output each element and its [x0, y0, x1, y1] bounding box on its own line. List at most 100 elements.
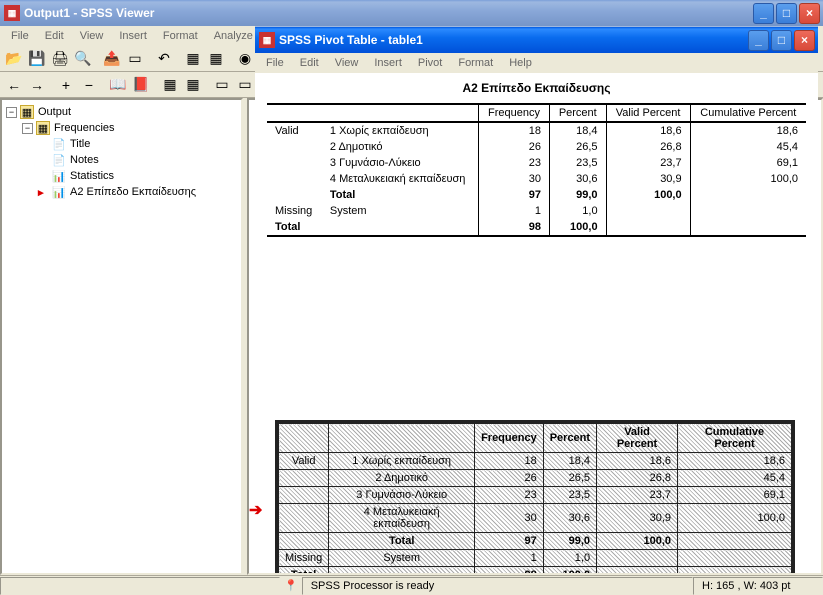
tree-a2-table[interactable]: ▸ 📊 A2 Επίπεδο Εκπαίδευσης	[4, 184, 239, 200]
collapse-icon[interactable]: −	[6, 107, 17, 118]
menu-view[interactable]: View	[73, 28, 111, 44]
tree-label: Title	[70, 138, 90, 150]
freq-cell: 18	[478, 122, 549, 139]
col-valid-percent: Valid Percent	[606, 104, 690, 122]
expand-icon[interactable]: 📖	[107, 74, 129, 96]
freq-cell: 98	[478, 219, 549, 236]
col-percent: Percent	[550, 104, 607, 122]
open-icon[interactable]: 📂	[3, 48, 25, 70]
outline-tree-panel[interactable]: − ▦ Output − ▦ Frequencies 📄 Title 📄	[0, 98, 243, 575]
freq-cell: 30	[478, 171, 549, 187]
category-cell: 2 Δημοτικό	[322, 139, 479, 155]
table-icon: 📊	[52, 185, 66, 199]
vpct-cell: 26,8	[606, 139, 690, 155]
vpct-cell: 23,7	[606, 155, 690, 171]
pivot-title: SPSS Pivot Table - table1	[279, 33, 746, 47]
tree-output[interactable]: − ▦ Output	[4, 104, 239, 120]
pivot-menu-help[interactable]: Help	[502, 55, 539, 71]
table-row[interactable]: 4 Μεταλυκειακή εκπαίδευση 30 30,6 30,9 1…	[267, 171, 806, 187]
pivot-menu-format[interactable]: Format	[451, 55, 500, 71]
valid-total-row[interactable]: Total 97 99,0 100,0	[267, 187, 806, 203]
pivot-titlebar[interactable]: ▦ SPSS Pivot Table - table1 _ □ ×	[255, 27, 818, 53]
show-icon[interactable]: ▦	[159, 74, 181, 96]
missing-row[interactable]: Missing System 1 1,0	[267, 203, 806, 219]
pct-cell: 1,0	[550, 203, 607, 219]
system-label: System	[322, 203, 479, 219]
export-icon[interactable]: 📤	[101, 48, 123, 70]
print-icon[interactable]: 🖨	[49, 48, 71, 70]
table-row[interactable]: 3 Γυμνάσιο-Λύκειο 23 23,5 23,7 69,1	[267, 155, 806, 171]
freq-cell: 23	[478, 155, 549, 171]
pct-cell: 18,4	[550, 122, 607, 139]
pivot-app-icon: ▦	[259, 32, 275, 48]
status-text: SPSS Processor is ready	[302, 577, 693, 595]
select-icon[interactable]: ◉	[234, 48, 256, 70]
table-row[interactable]: Valid 1 Χωρίς εκπαίδευση 18 18,4 18,6 18…	[267, 122, 806, 139]
collapse-icon[interactable]: −	[22, 123, 33, 134]
pivot-menu-insert[interactable]: Insert	[367, 55, 409, 71]
valid-label: Valid	[267, 122, 322, 139]
cpct-cell: 45,4	[690, 139, 806, 155]
preview-icon[interactable]: 🔍	[72, 48, 94, 70]
tree-label: Output	[38, 106, 71, 118]
status-dims: H: 165 , W: 403 pt	[693, 577, 823, 595]
cpct-cell: 69,1	[690, 155, 806, 171]
maximize-button[interactable]: □	[776, 3, 797, 24]
pivot-content[interactable]: A2 Επίπεδο Εκπαίδευσης Frequency Percent…	[255, 73, 818, 312]
menu-insert[interactable]: Insert	[112, 28, 154, 44]
insert2-icon[interactable]: ▭	[234, 74, 256, 96]
title-icon: 📄	[52, 137, 66, 151]
insert1-icon[interactable]: ▭	[211, 74, 233, 96]
table-header-row: Frequency Percent Valid Percent Cumulati…	[267, 104, 806, 122]
pct-cell: 23,5	[550, 155, 607, 171]
pct-cell: 26,5	[550, 139, 607, 155]
col-frequency: Frequency	[478, 104, 549, 122]
goto-icon[interactable]: ▦	[182, 48, 204, 70]
frequency-table[interactable]: Frequency Percent Valid Percent Cumulati…	[267, 103, 806, 237]
selected-output-table[interactable]: FrequencyPercentValid PercentCumulative …	[275, 420, 795, 575]
tree-frequencies[interactable]: − ▦ Frequencies	[4, 120, 239, 136]
pivot-maximize-button[interactable]: □	[771, 30, 792, 51]
pivot-close-button[interactable]: ×	[794, 30, 815, 51]
pivot-menu-file[interactable]: File	[259, 55, 291, 71]
total-label: Total	[267, 219, 478, 236]
hide-icon[interactable]: ▦	[182, 74, 204, 96]
save-icon[interactable]: 💾	[26, 48, 48, 70]
freq-cell: 1	[478, 203, 549, 219]
collapse-icon[interactable]: 📕	[130, 74, 152, 96]
pivot-minimize-button[interactable]: _	[748, 30, 769, 51]
pct-cell: 99,0	[550, 187, 607, 203]
table-row[interactable]: 2 Δημοτικό 26 26,5 26,8 45,4	[267, 139, 806, 155]
close-button[interactable]: ×	[799, 3, 820, 24]
menu-analyze[interactable]: Analyze	[207, 28, 260, 44]
main-titlebar[interactable]: ▦ Output1 - SPSS Viewer _ □ ×	[0, 0, 823, 26]
minimize-button[interactable]: _	[753, 3, 774, 24]
pivot-menu-edit[interactable]: Edit	[293, 55, 326, 71]
promote-icon[interactable]: +	[55, 74, 77, 96]
pivot-menu-pivot[interactable]: Pivot	[411, 55, 449, 71]
category-cell: 1 Χωρίς εκπαίδευση	[322, 122, 479, 139]
stats-icon: 📊	[52, 169, 66, 183]
tree-title[interactable]: 📄 Title	[4, 136, 239, 152]
cpct-cell: 100,0	[690, 171, 806, 187]
tree-notes[interactable]: 📄 Notes	[4, 152, 239, 168]
grand-total-row[interactable]: Total 98 100,0	[267, 219, 806, 236]
pivot-menu-view[interactable]: View	[328, 55, 366, 71]
tree-label: Statistics	[70, 170, 114, 182]
goto2-icon[interactable]: ▦	[205, 48, 227, 70]
demote-icon[interactable]: −	[78, 74, 100, 96]
tree-label: Frequencies	[54, 122, 115, 134]
output-icon: ▦	[20, 105, 34, 119]
tree-statistics[interactable]: 📊 Statistics	[4, 168, 239, 184]
undo-icon[interactable]: ↶	[153, 48, 175, 70]
menu-edit[interactable]: Edit	[38, 28, 71, 44]
nav-back-icon[interactable]: ←	[3, 74, 25, 96]
menu-format[interactable]: Format	[156, 28, 205, 44]
notes-icon: 📄	[52, 153, 66, 167]
dialog-icon[interactable]: ▭	[124, 48, 146, 70]
tree-label: Notes	[70, 154, 99, 166]
current-arrow-icon: ▸	[38, 186, 49, 199]
menu-file[interactable]: File	[4, 28, 36, 44]
col-cumulative-percent: Cumulative Percent	[690, 104, 806, 122]
nav-fwd-icon[interactable]: →	[26, 74, 48, 96]
